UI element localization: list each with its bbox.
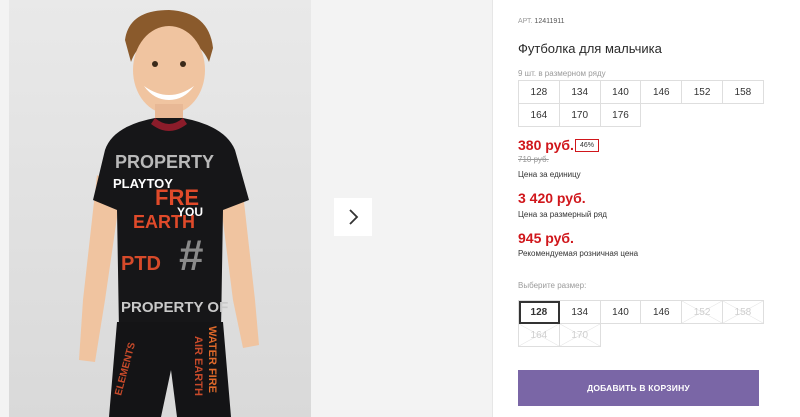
shirt-print-text: # [179,231,203,280]
size-option-146[interactable]: 146 [641,301,683,324]
unit-price: 380 руб. [518,137,574,153]
shirt-print-text: PROPERTY OF [121,299,228,316]
size-option-140[interactable]: 140 [600,301,642,324]
product-photo[interactable]: PROPERTY PLAYTOY FRE EARTH YOU # PTD PRO… [9,0,311,417]
article-value: 12411911 [534,18,565,25]
chevron-right-icon [349,209,359,225]
pack-size-grid: 128 134 140 146 152 158 164 170 176 [518,80,764,127]
boy-in-tshirt-image: PROPERTY PLAYTOY FRE EARTH YOU # PTD PRO… [9,0,311,417]
pack-size-cell: 158 [722,81,764,104]
pack-size-cell: 140 [600,81,642,104]
pack-size-cell: 176 [600,104,642,127]
pack-size-cell: 128 [519,81,560,104]
retail-price: 945 руб. [518,230,574,246]
pack-size-cell: 170 [559,104,601,127]
product-title: Футболка для мальчика [518,41,662,56]
unit-price-note: Цена за единицу [518,170,581,179]
shirt-print-text: PROPERTY [115,152,214,172]
shirt-print-text: YOU [177,205,203,219]
size-picker-grid: 128 134 140 146 152 158 164 170 [518,300,764,347]
pack-count-note: 9 шт. в размерном ряду [518,69,606,78]
product-gallery: PROPERTY PLAYTOY FRE EARTH YOU # PTD PRO… [0,0,492,417]
size-option-128[interactable]: 128 [519,301,560,324]
add-to-cart-button[interactable]: ДОБАВИТЬ В КОРЗИНУ [518,370,759,406]
shirt-print-text: AIR EARTH [192,336,204,396]
pack-size-cell: 146 [641,81,683,104]
pack-size-cell: 134 [559,81,601,104]
retail-price-note: Рекомендуемая розничная цена [518,249,639,258]
shirt-print-text: WATER FIRE [206,326,218,393]
pack-price-note: Цена за размерный ряд [518,210,607,219]
size-option-170: 170 [559,324,601,347]
pack-size-cell: 164 [519,104,560,127]
size-option-134[interactable]: 134 [559,301,601,324]
gallery-next-button[interactable] [334,198,372,236]
article-number: АРТ. 12411911 [518,18,565,25]
size-option-152: 152 [682,301,723,324]
divider [492,0,493,417]
size-option-158: 158 [722,301,764,324]
discount-badge: 46% [575,139,600,152]
old-price: 710 руб. [518,155,549,164]
size-option-164: 164 [519,324,560,347]
pack-size-cell: 152 [682,81,723,104]
shirt-print-text: PTD [121,253,161,275]
article-label: АРТ. [518,18,533,25]
pack-price: 3 420 руб. [518,190,586,206]
size-picker-label: Выберите размер: [518,281,587,290]
